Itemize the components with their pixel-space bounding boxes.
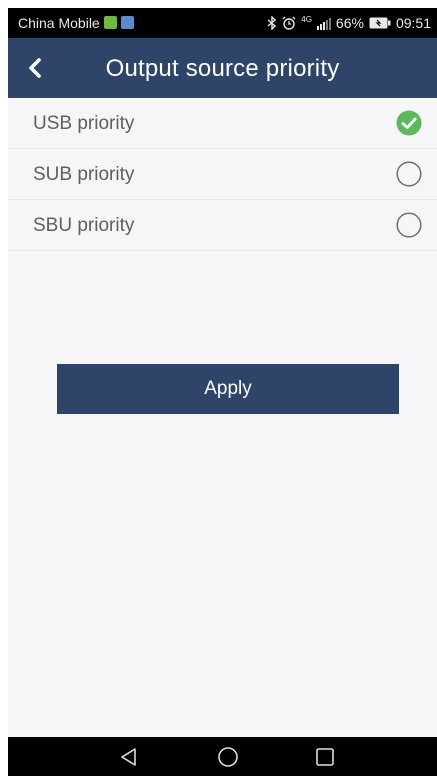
- battery-icon: [369, 17, 391, 29]
- app-header: Output source priority: [8, 38, 437, 98]
- network-type: 4G: [301, 14, 312, 24]
- option-label: USB priority: [33, 113, 135, 134]
- carrier-name: China Mobile: [18, 15, 100, 31]
- system-nav-bar: [8, 737, 437, 776]
- apply-button-label: Apply: [204, 378, 252, 399]
- radio-unchecked-icon[interactable]: [396, 212, 422, 238]
- battery-percent: 66%: [335, 15, 364, 31]
- back-triangle-icon[interactable]: [118, 746, 140, 768]
- notification-green-icon: [104, 16, 117, 29]
- home-circle-icon[interactable]: [217, 746, 239, 768]
- recents-square-icon[interactable]: [314, 746, 336, 768]
- alarm-icon: [282, 16, 296, 30]
- clock: 09:51: [395, 15, 431, 31]
- option-sbu-priority[interactable]: SBU priority: [8, 200, 437, 251]
- page-title: Output source priority: [105, 55, 340, 82]
- option-label: SBU priority: [33, 215, 135, 236]
- radio-unchecked-icon[interactable]: [396, 161, 422, 187]
- priority-options-list: USB priority SUB priority SBU priority: [8, 98, 437, 251]
- apply-button[interactable]: Apply: [57, 364, 399, 414]
- notification-blue-icon: [121, 16, 134, 29]
- option-usb-priority[interactable]: USB priority: [8, 98, 437, 149]
- option-sub-priority[interactable]: SUB priority: [8, 149, 437, 200]
- option-label: SUB priority: [33, 164, 135, 185]
- status-bar: China Mobile 4G 66% 09:51: [8, 8, 437, 38]
- signal-icon: [316, 17, 331, 30]
- bluetooth-icon: [267, 16, 277, 30]
- status-right: 4G 66% 09:51: [267, 15, 431, 31]
- app-screen: China Mobile 4G 66% 09:51 Output source …: [8, 8, 437, 776]
- checked-circle-icon[interactable]: [396, 110, 422, 136]
- notification-icons: [104, 16, 134, 29]
